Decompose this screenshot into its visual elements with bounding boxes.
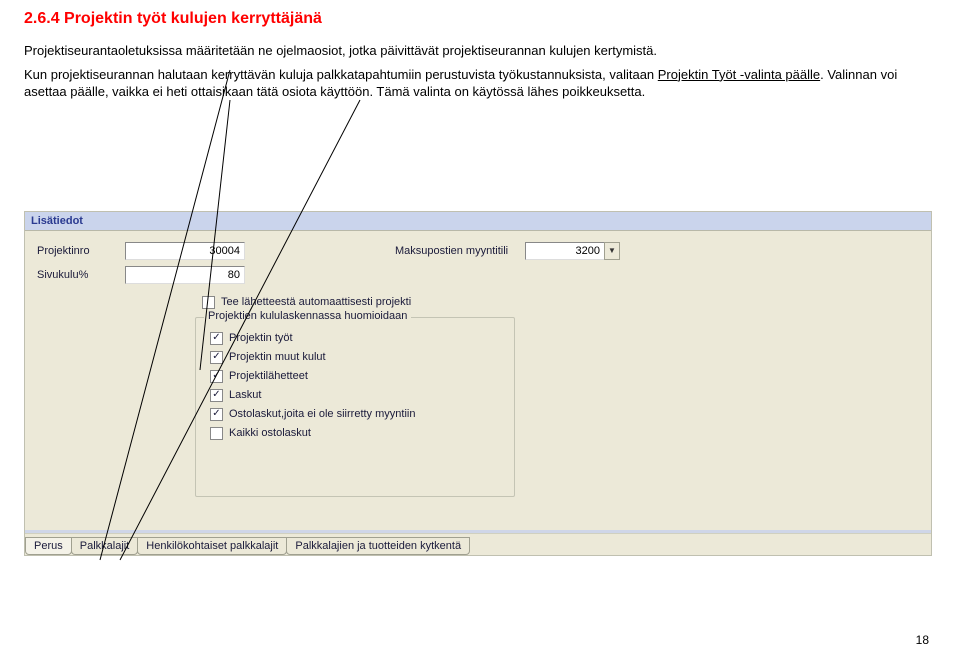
projektinro-row: Projektinro	[37, 242, 245, 260]
auto-project-check-label: Tee lähetteestä automaattisesti projekti	[221, 296, 411, 308]
check-label-3: Laskut	[229, 389, 261, 401]
check-row-5: Kaikki ostolaskut	[210, 427, 514, 440]
maksupostien-row: Maksupostien myyntitili ▼	[395, 242, 620, 260]
auto-project-check-row: Tee lähetteestä automaattisesti projekti	[202, 296, 411, 309]
sivukulu-row: Sivukulu%	[37, 266, 245, 284]
tab-strip: Perus Palkkalajit Henkilökohtaiset palkk…	[25, 533, 931, 555]
checkbox-0[interactable]: ✓	[210, 332, 223, 345]
maksupostien-input[interactable]	[525, 242, 605, 260]
checkbox-5[interactable]	[210, 427, 223, 440]
tab-kytkenta[interactable]: Palkkalajien ja tuotteiden kytkentä	[286, 537, 470, 555]
paragraph-1: Projektiseurantaoletuksissa määritetään …	[24, 42, 935, 60]
kululaskenta-groupbox: Projektien kululaskennassa huomioidaan ✓…	[195, 317, 515, 497]
groupbox-title: Projektien kululaskennassa huomioidaan	[204, 310, 411, 322]
lisatiedot-panel: Lisätiedot Projektinro Maksupostien myyn…	[24, 211, 932, 556]
check-label-2: Projektilähetteet	[229, 370, 308, 382]
checkbox-4[interactable]: ✓	[210, 408, 223, 421]
auto-project-checkbox[interactable]	[202, 296, 215, 309]
check-label-5: Kaikki ostolaskut	[229, 427, 311, 439]
tab-henkilokohtaiset[interactable]: Henkilökohtaiset palkkalajit	[137, 537, 287, 555]
check-row-3: ✓ Laskut	[210, 389, 514, 402]
checkbox-2[interactable]: ✓	[210, 370, 223, 383]
paragraph-2a: Kun projektiseurannan halutaan kerryttäv…	[24, 67, 658, 82]
paragraph-2-underline: Projektin Työt -valinta päälle	[658, 67, 820, 82]
tab-palkkalajit[interactable]: Palkkalajit	[71, 537, 139, 555]
projektinro-input[interactable]	[125, 242, 245, 260]
section-heading: 2.6.4 Projektin työt kulujen kerryttäjän…	[24, 10, 935, 28]
check-row-1: ✓ Projektin muut kulut	[210, 351, 514, 364]
paragraph-2: Kun projektiseurannan halutaan kerryttäv…	[24, 66, 935, 101]
sivukulu-input[interactable]	[125, 266, 245, 284]
checkbox-1[interactable]: ✓	[210, 351, 223, 364]
maksupostien-label: Maksupostien myyntitili	[395, 245, 525, 257]
check-label-1: Projektin muut kulut	[229, 351, 326, 363]
check-row-2: ✓ Projektilähetteet	[210, 370, 514, 383]
check-label-0: Projektin työt	[229, 332, 293, 344]
check-label-4: Ostolaskut,joita ei ole siirretty myynti…	[229, 408, 415, 420]
check-row-4: ✓ Ostolaskut,joita ei ole siirretty myyn…	[210, 408, 514, 421]
sivukulu-label: Sivukulu%	[37, 269, 125, 281]
projektinro-label: Projektinro	[37, 245, 125, 257]
checkbox-3[interactable]: ✓	[210, 389, 223, 402]
panel-title: Lisätiedot	[25, 212, 931, 231]
maksupostien-dropdown-icon[interactable]: ▼	[604, 242, 620, 260]
page-number: 18	[916, 633, 929, 647]
tab-perus[interactable]: Perus	[25, 537, 72, 555]
check-row-0: ✓ Projektin työt	[210, 332, 514, 345]
